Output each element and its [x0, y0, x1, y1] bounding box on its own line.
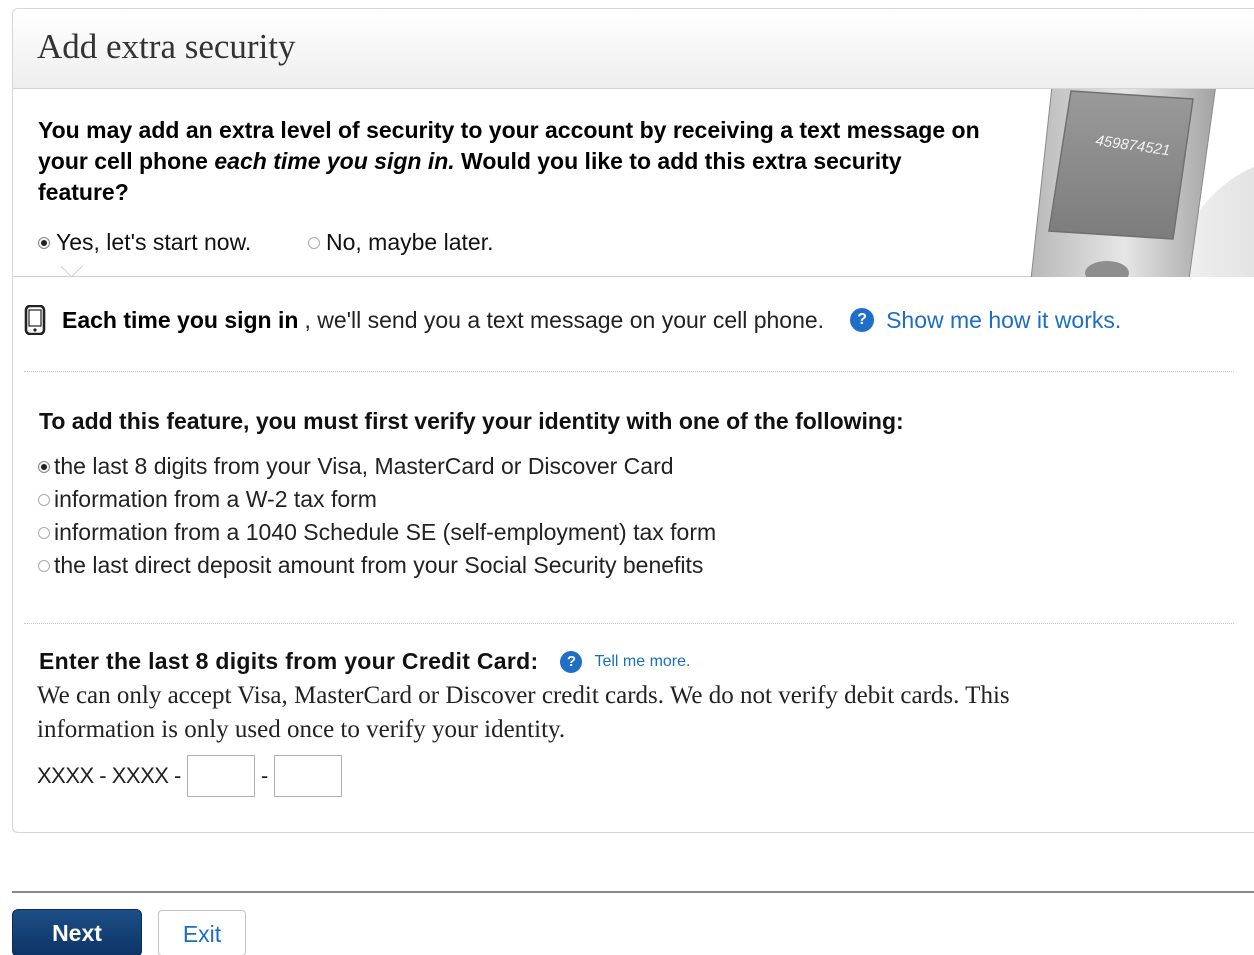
- radio-verify-w2[interactable]: [38, 493, 50, 506]
- next-button[interactable]: Next: [12, 909, 142, 955]
- divider: [24, 371, 1234, 372]
- verify-option-label: information from a W-2 tax form: [54, 486, 377, 512]
- card-separator: -: [260, 763, 268, 788]
- radio-verify-card[interactable]: [38, 460, 50, 473]
- tell-me-more-label: Tell me more.: [594, 652, 691, 670]
- mobile-phone-icon: [24, 305, 46, 335]
- phone-illustration: 459874521: [1021, 89, 1254, 277]
- choice-yes-label: Yes, let's start now.: [56, 229, 252, 255]
- card-digits-field-1[interactable]: [186, 755, 255, 797]
- show-how-it-works-link[interactable]: ? Show me how it works.: [850, 307, 1121, 334]
- verify-option-label: the last 8 digits from your Visa, Master…: [54, 453, 674, 479]
- info-text: , we'll send you a text message on your …: [304, 306, 825, 333]
- credit-card-header: Enter the last 8 digits from your Credit…: [39, 648, 690, 675]
- verify-title: To add this feature, you must first veri…: [39, 408, 904, 434]
- choice-no-label: No, maybe later.: [326, 229, 494, 255]
- section-pointer: [60, 266, 84, 280]
- choice-yes[interactable]: Yes, let's start now.: [38, 229, 251, 256]
- radio-yes[interactable]: [38, 236, 50, 249]
- radio-no[interactable]: [308, 236, 320, 249]
- credit-card-description: We can only accept Visa, MasterCard or D…: [37, 682, 1010, 743]
- phone-illustration-svg: 459874521: [1030, 89, 1254, 277]
- exit-button[interactable]: Exit: [158, 910, 246, 955]
- verify-option-label: the last direct deposit amount from your…: [54, 552, 704, 578]
- radio-verify-1040se[interactable]: [38, 526, 50, 539]
- show-how-it-works-label: Show me how it works.: [886, 306, 1122, 333]
- radio-verify-ssa[interactable]: [38, 559, 50, 572]
- panel-header: Add extra security: [13, 9, 1254, 89]
- info-bold-text: Each time you sign in: [62, 306, 299, 333]
- verify-option-card[interactable]: the last 8 digits from your Visa, Master…: [38, 450, 716, 483]
- choice-no[interactable]: No, maybe later.: [308, 229, 493, 256]
- card-mask-prefix: XXXX - XXXX -: [37, 763, 181, 788]
- verify-option-label: information from a 1040 Schedule SE (sel…: [54, 519, 717, 545]
- help-question-icon: ?: [850, 308, 875, 332]
- divider: [24, 623, 1234, 624]
- footer-divider: [12, 891, 1254, 893]
- intro-text: You may add an extra level of security t…: [38, 115, 988, 208]
- credit-card-input-row: XXXX - XXXX - -: [37, 755, 348, 797]
- verify-option-w2[interactable]: information from a W-2 tax form: [38, 483, 716, 516]
- verify-option-ssa[interactable]: the last direct deposit amount from your…: [38, 549, 716, 582]
- page-title: Add extra security: [37, 27, 296, 66]
- verify-option-1040se[interactable]: information from a 1040 Schedule SE (sel…: [38, 516, 716, 549]
- intro-text-emphasis: each time you sign in.: [214, 148, 455, 174]
- help-question-icon: ?: [560, 650, 583, 673]
- info-line: Each time you sign in , we'll send you a…: [24, 300, 1234, 340]
- verify-options: the last 8 digits from your Visa, Master…: [38, 450, 716, 582]
- tell-me-more-link[interactable]: ? Tell me more.: [560, 650, 691, 673]
- credit-card-title: Enter the last 8 digits from your Credit…: [39, 648, 539, 674]
- card-digits-field-2[interactable]: [273, 755, 342, 797]
